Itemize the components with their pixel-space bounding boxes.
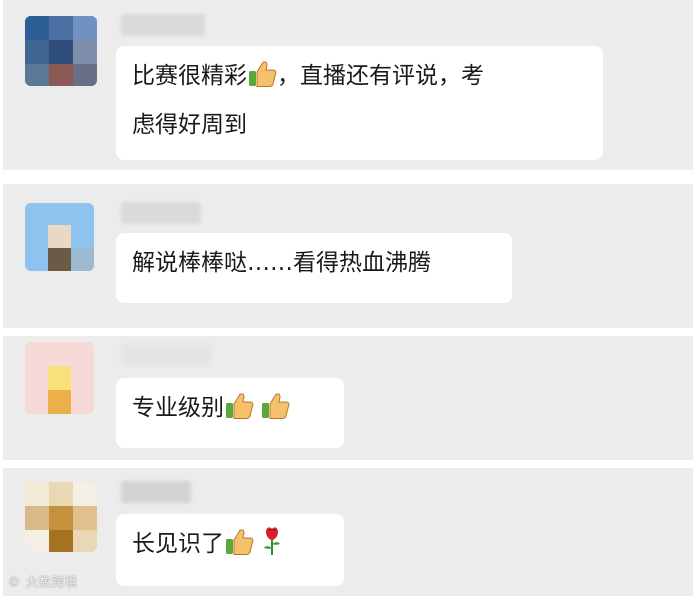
comment-card-4: 长见识了: [3, 468, 693, 596]
message-text: 解说棒棒哒……看得热血沸腾: [132, 250, 431, 276]
watermark-logo-icon: ©: [8, 575, 21, 589]
avatar[interactable]: [25, 482, 97, 552]
rose-icon: [262, 526, 282, 571]
watermark: © 大数跨境: [8, 573, 78, 590]
username-blurred: [121, 202, 201, 224]
message-bubble: 专业级别: [116, 378, 344, 448]
avatar[interactable]: [25, 203, 94, 271]
avatar[interactable]: [25, 342, 94, 414]
username-blurred: [121, 344, 211, 366]
message-text: 专业级别: [132, 395, 224, 421]
username-blurred: [121, 14, 205, 36]
message-text-continued: ，直播还有评说，考: [277, 63, 484, 89]
watermark-text: 大数跨境: [25, 575, 78, 589]
thumbs-up-icon: [247, 59, 277, 103]
comment-card-1: 比赛很精彩 ，直播还有评说，考 虑得好周到: [3, 0, 693, 170]
message-text: 长见识了: [132, 531, 224, 557]
avatar[interactable]: [25, 16, 97, 86]
message-bubble: 解说棒棒哒……看得热血沸腾: [116, 233, 512, 303]
thumbs-up-icon: [260, 391, 290, 435]
username-blurred: [121, 481, 191, 503]
message-text-line2: 虑得好周到: [132, 112, 247, 138]
message-bubble: 比赛很精彩 ，直播还有评说，考 虑得好周到: [116, 46, 603, 160]
comment-card-2: 解说棒棒哒……看得热血沸腾: [3, 184, 693, 328]
comment-card-3: 专业级别: [3, 336, 693, 460]
message-bubble: 长见识了: [116, 514, 344, 586]
message-text: 比赛很精彩: [132, 63, 247, 89]
thumbs-up-icon: [224, 527, 254, 571]
thumbs-up-icon: [224, 391, 254, 435]
